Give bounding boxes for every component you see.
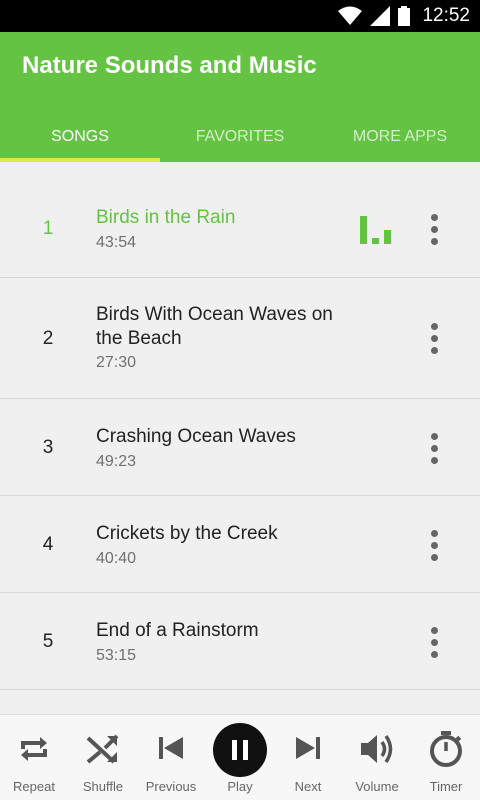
song-list: 1 Birds in the Rain 43:54 2 Birds With O… (0, 180, 480, 690)
more-options-button[interactable] (420, 209, 448, 249)
song-row-5[interactable]: 5 End of a Rainstorm 53:15 (0, 593, 480, 690)
more-options-button[interactable] (420, 428, 448, 468)
status-icons: 12:52 (338, 0, 470, 32)
shuffle-icon (86, 734, 119, 764)
tab-favorites[interactable]: FAVORITES (160, 112, 320, 162)
song-title: Birds With Ocean Waves on the Beach (96, 304, 333, 349)
song-row-2[interactable]: 2 Birds With Ocean Waves on the Beach 27… (0, 278, 480, 399)
song-number: 4 (42, 534, 54, 555)
repeat-label: Repeat (13, 779, 55, 794)
song-duration: 43:54 (96, 234, 137, 251)
song-row-1[interactable]: 1 Birds in the Rain 43:54 (0, 180, 480, 278)
signal-icon (370, 6, 391, 26)
wifi-icon (338, 6, 363, 25)
song-number: 1 (42, 218, 54, 239)
tab-more-apps[interactable]: MORE APPS (320, 112, 480, 162)
song-number: 3 (42, 437, 54, 458)
song-title: Crashing Ocean Waves (96, 426, 296, 447)
previous-button[interactable]: Previous (137, 715, 205, 800)
play-pause-button[interactable]: Play (206, 715, 274, 800)
app-bar: Nature Sounds and Music SONGS FAVORITES … (0, 32, 480, 162)
play-label: Play (227, 779, 253, 794)
pause-icon (232, 740, 248, 760)
repeat-button[interactable]: Repeat (0, 715, 68, 800)
more-options-button[interactable] (420, 318, 448, 358)
tab-songs[interactable]: SONGS (0, 112, 160, 162)
shuffle-button[interactable]: Shuffle (69, 715, 137, 800)
more-options-button[interactable] (420, 622, 448, 662)
battery-icon (398, 6, 411, 26)
timer-label: Timer (429, 779, 463, 794)
tab-bar: SONGS FAVORITES MORE APPS (0, 112, 480, 162)
status-bar: 12:52 (0, 0, 480, 32)
volume-label: Volume (355, 779, 399, 794)
repeat-icon (21, 737, 47, 761)
next-button[interactable]: Next (274, 715, 342, 800)
song-title: Crickets by the Creek (96, 523, 278, 544)
timer-icon (430, 731, 462, 767)
song-duration: 53:15 (96, 647, 137, 664)
volume-button[interactable]: Volume (343, 715, 411, 800)
status-time: 12:52 (422, 5, 470, 26)
shuffle-label: Shuffle (82, 779, 124, 794)
more-options-button[interactable] (420, 525, 448, 565)
app-title: Nature Sounds and Music (22, 52, 317, 79)
song-row-3[interactable]: 3 Crashing Ocean Waves 49:23 (0, 399, 480, 496)
song-number: 5 (42, 631, 54, 652)
song-title: Birds in the Rain (96, 207, 236, 228)
previous-label: Previous (145, 779, 197, 794)
player-controls: Repeat Shuffle Previous Play Next Volume… (0, 714, 480, 800)
next-icon (296, 737, 320, 759)
song-title: End of a Rainstorm (96, 620, 259, 641)
song-duration: 49:23 (96, 453, 137, 470)
timer-button[interactable]: Timer (412, 715, 480, 800)
play-button-circle (213, 723, 267, 777)
song-duration: 27:30 (96, 354, 137, 371)
next-label: Next (294, 779, 322, 794)
song-duration: 40:40 (96, 550, 137, 567)
song-row-4[interactable]: 4 Crickets by the Creek 40:40 (0, 496, 480, 593)
song-number: 2 (42, 328, 54, 349)
equalizer-icon (360, 216, 391, 244)
volume-icon (361, 735, 393, 763)
previous-icon (159, 737, 183, 759)
